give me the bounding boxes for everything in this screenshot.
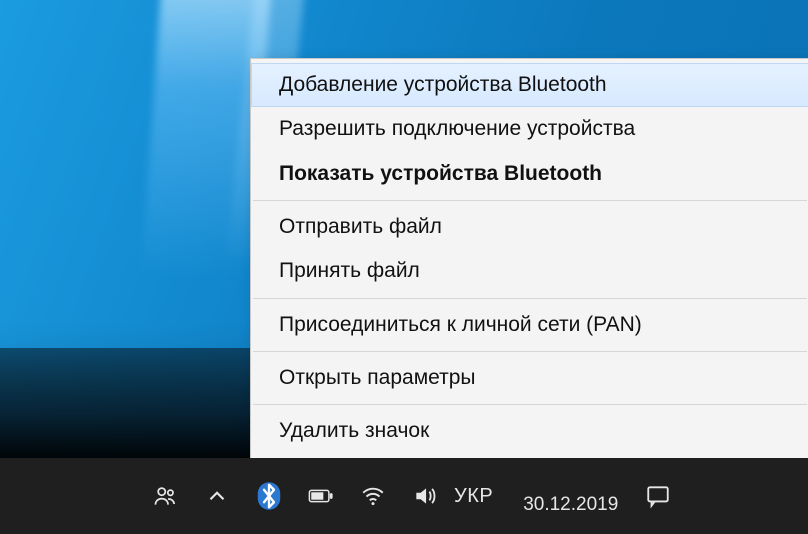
people-icon[interactable] [150, 481, 180, 511]
menu-item[interactable]: Отправить файл [251, 205, 808, 249]
battery-icon[interactable] [306, 481, 336, 511]
bluetooth-icon[interactable] [254, 481, 284, 511]
taskbar-date: 30.12.2019 [523, 494, 618, 516]
menu-item-label: Открыть параметры [279, 366, 476, 389]
menu-item-label: Удалить значок [279, 419, 429, 442]
menu-item[interactable]: Добавление устройства Bluetooth [251, 63, 808, 107]
menu-item-label: Добавление устройства Bluetooth [279, 73, 607, 96]
menu-item[interactable]: Принять файл [251, 249, 808, 293]
taskbar: УКР 30.12.2019 [0, 458, 808, 534]
notification-icon[interactable] [644, 482, 672, 510]
system-tray [150, 481, 440, 511]
menu-item[interactable]: Разрешить подключение устройства [251, 107, 808, 151]
taskbar-clock[interactable]: 30.12.2019 [523, 476, 618, 516]
menu-separator [253, 351, 807, 352]
menu-item-label: Присоединиться к личной сети (PAN) [279, 313, 642, 336]
menu-item-label: Разрешить подключение устройства [279, 117, 635, 140]
menu-item[interactable]: Присоединиться к личной сети (PAN) [251, 303, 808, 347]
menu-item-label: Принять файл [279, 259, 420, 282]
menu-item[interactable]: Показать устройства Bluetooth [251, 152, 808, 196]
menu-item-label: Показать устройства Bluetooth [279, 162, 602, 185]
volume-icon[interactable] [410, 481, 440, 511]
menu-separator [253, 200, 807, 201]
menu-item[interactable]: Удалить значок [251, 409, 808, 453]
bluetooth-context-menu: Добавление устройства Bluetooth Разрешить… [250, 58, 808, 459]
menu-item-label: Отправить файл [279, 215, 442, 238]
language-indicator[interactable]: УКР [454, 485, 493, 508]
menu-item[interactable]: Открыть параметры [251, 356, 808, 400]
taskbar-time [523, 476, 618, 494]
menu-separator [253, 404, 807, 405]
wifi-icon[interactable] [358, 481, 388, 511]
menu-separator [253, 298, 807, 299]
chevron-up-icon[interactable] [202, 481, 232, 511]
